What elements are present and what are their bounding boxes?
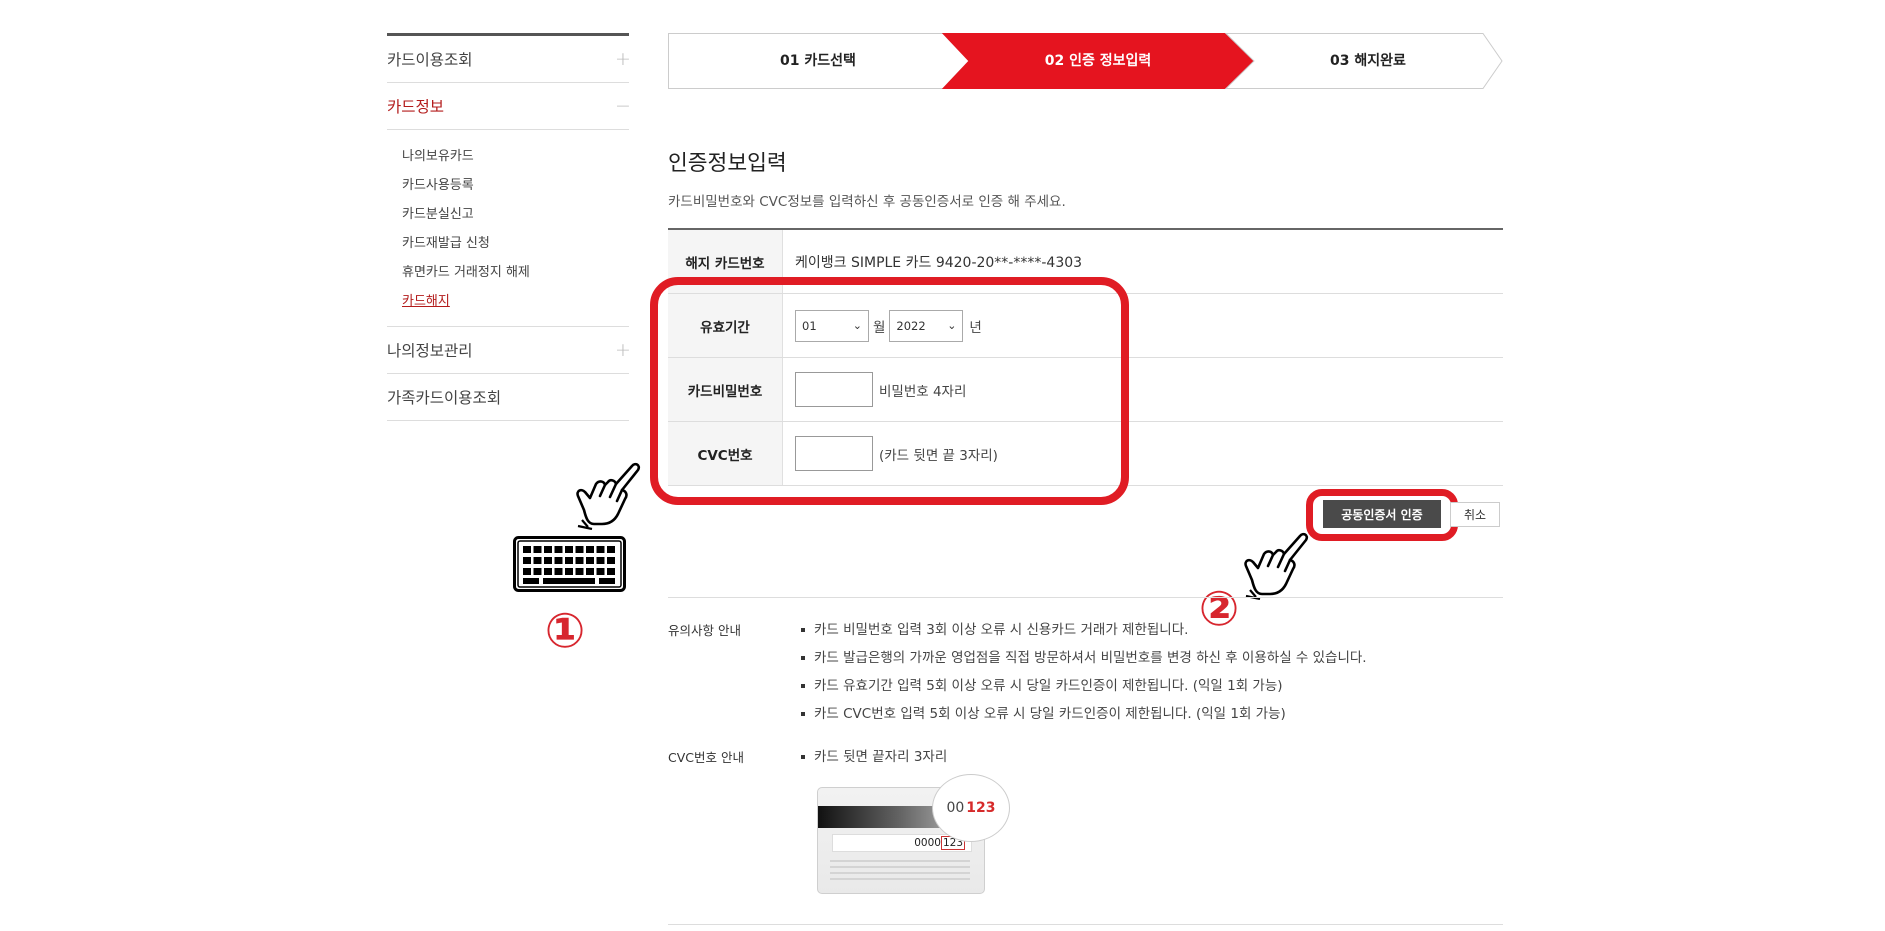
submenu-item-card-lost[interactable]: 카드분실신고 [402,200,629,229]
step-3-label: 03 해지완료 [1330,53,1406,69]
cvc-guide-item: 카드 뒷면 끝자리 3자리 [800,743,947,771]
section-divider [668,924,1503,925]
page-title: 인증정보입력 [668,151,787,176]
bubble-digits: 00 [946,800,965,816]
notice-item: 카드 CVC번호 입력 5회 이상 오류 시 당일 카드인증이 제한됩니다. (… [800,700,1367,728]
sidebar-item-label: 카드이용조회 [387,51,473,69]
page: 카드이용조회 + 카드정보 − 나의보유카드 카드사용등록 카드분실신고 카드재… [0,0,1885,931]
step-2-label: 02 인증 정보입력 [1044,53,1152,69]
submenu-item-my-cards[interactable]: 나의보유카드 [402,142,629,171]
sidebar-item-label: 나의정보관리 [387,342,473,360]
submenu-item-card-cancel[interactable]: 카드해지 [402,287,629,316]
notice-label: 유의사항 안내 [668,623,741,638]
step-1-label: 01 카드선택 [780,53,856,69]
bubble-cvc-digits: 123 [966,800,996,816]
form-highlight-box [650,277,1129,505]
notice-item: 카드 발급은행의 가까운 영업점을 직접 방문하셔서 비밀번호를 변경 하신 후… [800,644,1367,672]
sidebar-item-card-usage[interactable]: 카드이용조회 + [387,36,631,83]
notice-list: 카드 비밀번호 입력 3회 이상 오류 시 신용카드 거래가 제한됩니다. 카드… [800,616,1367,728]
section-divider [668,597,1503,598]
card-fine-print [830,860,970,884]
sidebar-submenu: 나의보유카드 카드사용등록 카드분실신고 카드재발급 신청 휴면카드 거래정지 … [387,130,629,327]
sidebar-item-family-card[interactable]: 가족카드이용조회 [387,374,629,421]
submenu-item-card-register[interactable]: 카드사용등록 [402,171,629,200]
cvc-guide-list: 카드 뒷면 끝자리 3자리 [800,743,947,771]
plus-icon: + [615,338,631,361]
notice-item: 카드 유효기간 입력 5회 이상 오류 시 당일 카드인증이 제한됩니다. (익… [800,672,1367,700]
cvc-guide-label: CVC번호 안내 [668,750,744,765]
certificate-auth-button[interactable]: 공동인증서 인증 [1323,500,1441,528]
keyboard-icon [513,536,626,592]
submenu-item-card-reissue[interactable]: 카드재발급 신청 [402,229,629,258]
cancel-button[interactable]: 취소 [1450,502,1500,527]
sidebar: 카드이용조회 + 카드정보 − 나의보유카드 카드사용등록 카드분실신고 카드재… [387,33,631,421]
annotation-number-1: ① [544,603,586,659]
sidebar-item-card-info[interactable]: 카드정보 − [387,83,631,130]
sidebar-item-label: 카드정보 [387,98,445,116]
plus-icon: + [615,47,631,70]
notice-item: 카드 비밀번호 입력 3회 이상 오류 시 신용카드 거래가 제한됩니다. [800,616,1367,644]
page-description: 카드비밀번호와 CVC정보를 입력하신 후 공동인증서로 인증 해 주세요. [668,194,1066,210]
cvc-magnifier-bubble: 00 123 [932,774,1010,842]
sidebar-item-my-info[interactable]: 나의정보관리 + [387,327,631,374]
sidebar-item-label: 가족카드이용조회 [387,389,502,407]
card-digits: 0000 [914,837,941,849]
hand-pointer-icon [576,462,641,530]
minus-icon: − [615,94,631,117]
step-progress: 01 카드선택 02 인증 정보입력 03 해지완료 [668,33,1503,89]
submenu-item-dormant-release[interactable]: 휴면카드 거래정지 해제 [402,258,629,287]
